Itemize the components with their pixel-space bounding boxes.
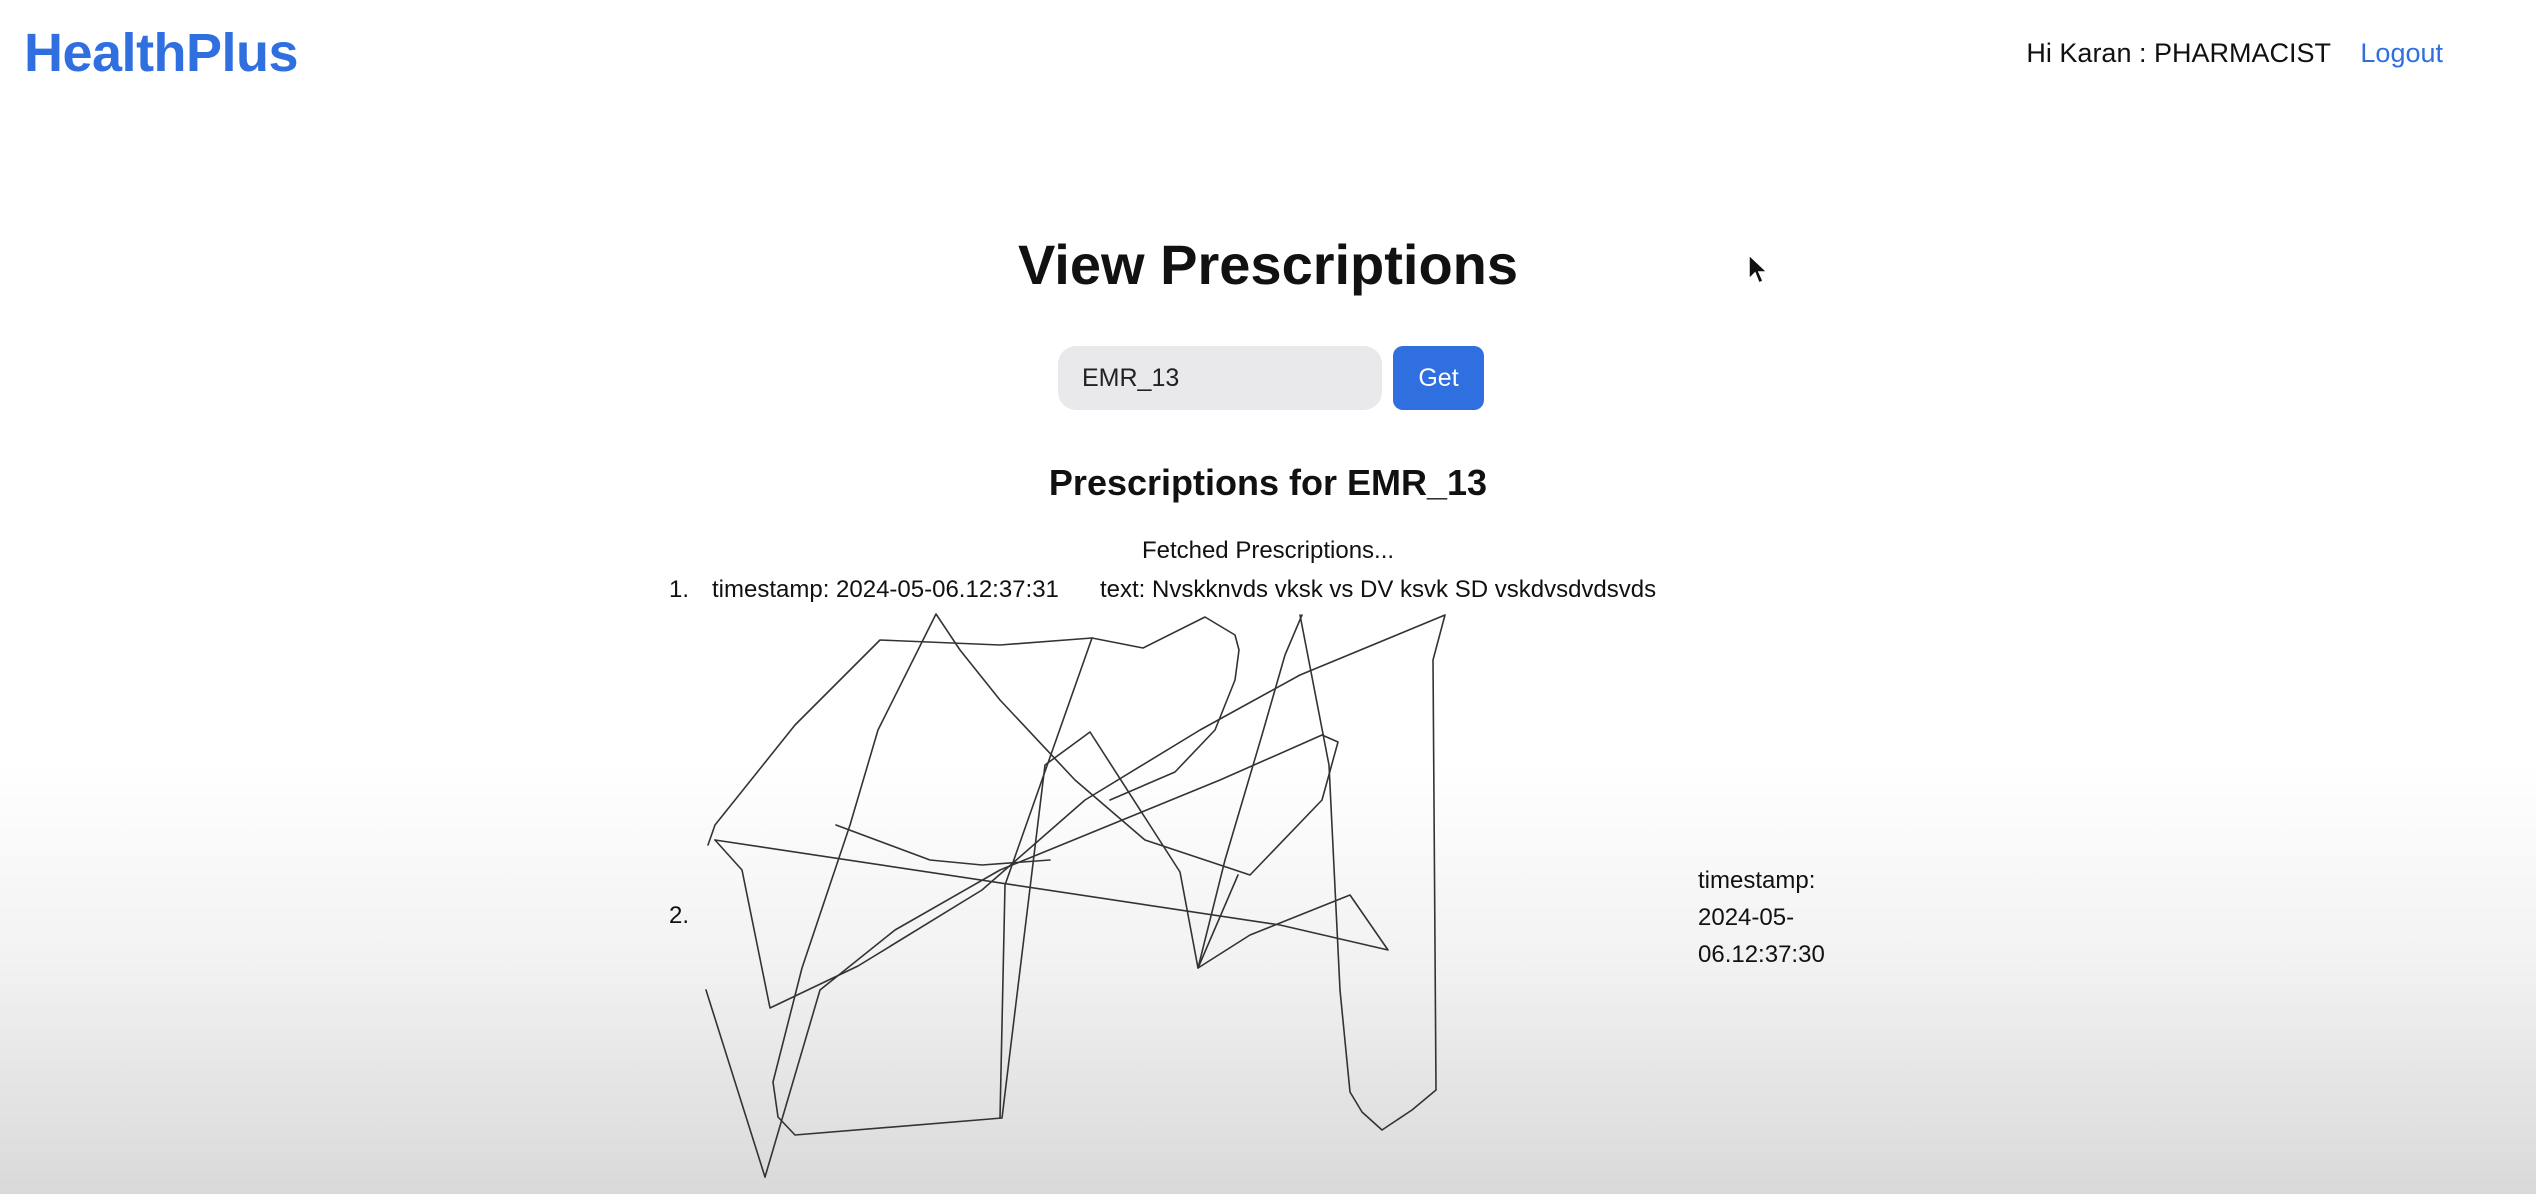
prescription-text: text: Nvskknvds vksk vs DV ksvk SD vskdv… (1100, 576, 1657, 603)
user-greeting: Hi Karan : PHARMACIST (2026, 38, 2331, 68)
prescription-index: 2. (669, 902, 690, 929)
handwritten-signature-image (705, 613, 1446, 1178)
prescription-timestamp: timestamp: 2024-05-06.12:37:31 (712, 576, 1059, 603)
brand-logo[interactable]: HealthPlus (24, 22, 299, 84)
timestamp-line: 2024-05- (1698, 904, 1795, 931)
timestamp-line: 06.12:37:30 (1698, 941, 1825, 968)
mouse-cursor-icon (1748, 254, 1769, 285)
prescriptions-heading: Prescriptions for EMR_13 (1048, 462, 1488, 503)
emr-search-input[interactable] (1058, 346, 1382, 410)
prescription-timestamp-block: timestamp: 2024-05- 06.12:37:30 (1698, 862, 1868, 973)
logout-link[interactable]: Logout (2360, 38, 2443, 69)
get-button[interactable]: Get (1393, 346, 1484, 410)
timestamp-line: timestamp: (1698, 867, 1816, 894)
prescription-index: 1. (669, 576, 690, 603)
fetch-status: Fetched Prescriptions... (1141, 537, 1395, 564)
page-title: View Prescriptions (1017, 233, 1519, 296)
